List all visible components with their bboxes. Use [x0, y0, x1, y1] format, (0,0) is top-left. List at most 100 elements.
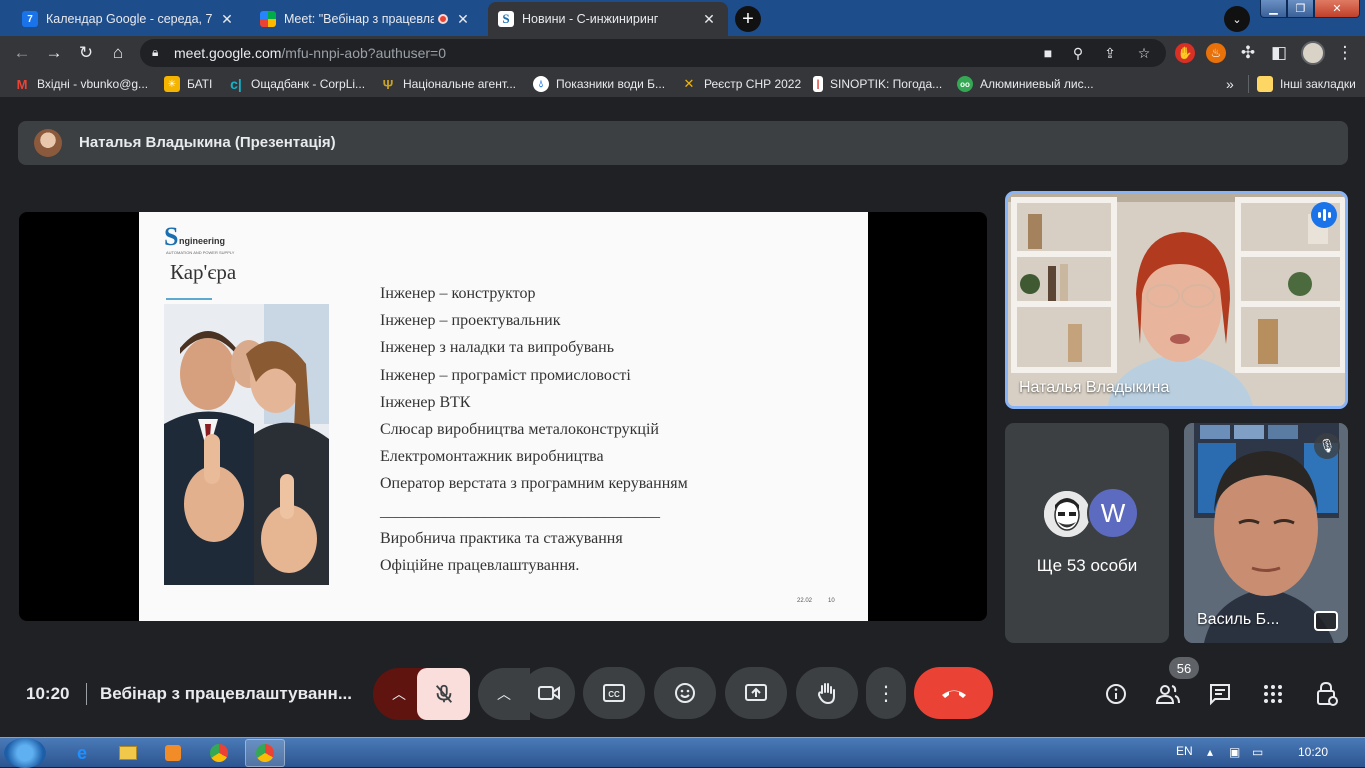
home-icon[interactable]: ⌂	[107, 42, 129, 64]
browser-tab-strip: 7 Календар Google - середа, 7 тра ✕ Meet…	[0, 0, 1365, 36]
presenter-bar: Наталья Владыкина (Презентація)	[18, 121, 1348, 165]
meet-icon	[260, 11, 276, 27]
participant-tile-others[interactable]: W Ще 53 особи	[1005, 423, 1169, 643]
chrome-icon[interactable]	[199, 739, 239, 767]
profile-avatar[interactable]	[1301, 41, 1325, 65]
bookmark-label: Алюминиевый лис...	[980, 77, 1094, 91]
window-minimize-button[interactable]: ▁	[1260, 0, 1287, 18]
reactions-button[interactable]	[654, 667, 716, 719]
recording-icon	[438, 14, 448, 24]
tab-google-calendar[interactable]: 7 Календар Google - середа, 7 тра ✕	[12, 2, 246, 36]
bookmark-label: Вхідні - vbunko@g...	[37, 77, 149, 91]
url-text: meet.google.com/mfu-nnpi-aob?authuser=0	[174, 45, 446, 61]
chat-button[interactable]	[1207, 681, 1233, 707]
tray-expand-icon[interactable]: ▴	[1207, 745, 1213, 759]
slide-page-number: 10	[828, 598, 835, 604]
logo-word: ngineering	[179, 236, 226, 246]
browser-toolbar: ← → ↻ ⌂ 🔒︎ meet.google.com/mfu-nnpi-aob?…	[0, 36, 1365, 70]
bookmark-oschadbank[interactable]: c| Ощадбанк - CorpLi...	[228, 75, 365, 93]
camera-toggle-button[interactable]	[522, 667, 575, 719]
window-restore-button[interactable]: ❐	[1287, 0, 1314, 18]
team-thumbs-up-photo	[164, 304, 329, 585]
raise-hand-button[interactable]	[796, 667, 858, 719]
participant-tile-vasyl[interactable]: 🎙︎ Василь Б...	[1184, 423, 1348, 643]
lock-icon[interactable]: 🔒︎	[152, 45, 164, 59]
chat-icon	[1210, 684, 1230, 706]
zoom-icon[interactable]: ⚲	[1068, 43, 1088, 63]
camera-icon	[537, 686, 560, 700]
presenter-avatar	[34, 129, 62, 157]
presenter-name: Наталья Владыкина (Презентація)	[79, 134, 336, 151]
menu-kebab-icon[interactable]: ⋮	[1334, 42, 1356, 64]
activities-button[interactable]	[1260, 681, 1286, 707]
bookmarks-overflow-button[interactable]: »	[1226, 75, 1234, 93]
bookmarks-separator	[1248, 75, 1249, 93]
bookmark-sinoptik[interactable]: | SINOPTIK: Погода...	[813, 75, 942, 93]
career-item: Виробнича практика та стажування	[380, 529, 623, 547]
share-icon[interactable]: ⇪	[1100, 43, 1120, 63]
hang-up-icon	[941, 690, 966, 698]
back-icon[interactable]: ←	[11, 42, 33, 64]
more-vert-icon: ⋮	[876, 682, 896, 705]
window-close-button[interactable]: ✕	[1314, 0, 1360, 18]
speaking-indicator-icon	[1311, 202, 1337, 228]
picture-in-picture-icon[interactable]	[1314, 611, 1338, 631]
taskbar-clock[interactable]: 10:20	[1298, 745, 1328, 759]
fire-extension-icon[interactable]: ♨	[1206, 43, 1226, 63]
reload-icon[interactable]: ↻	[75, 42, 97, 64]
career-item: Інженер – програміст промисловості	[380, 366, 631, 384]
people-icon	[1155, 685, 1180, 704]
close-tab-icon[interactable]: ✕	[218, 11, 236, 28]
mic-toggle-button[interactable]	[417, 668, 470, 720]
tab-meet[interactable]: Meet: "Вебінар з працевлашт ✕	[250, 2, 482, 36]
extensions-puzzle-icon[interactable]: ✣	[1237, 42, 1259, 64]
close-tab-icon[interactable]: ✕	[454, 11, 472, 28]
bookmark-aluminium[interactable]: oo Алюминиевый лис...	[957, 75, 1094, 93]
bookmark-registry[interactable]: ✕ Реєстр СНР 2022	[681, 75, 802, 93]
career-item: Інженер з наладки та випробувань	[380, 339, 614, 357]
participant-tile-natalya[interactable]: Наталья Владыкина	[1005, 191, 1348, 409]
side-panel-icon[interactable]: ◧	[1268, 42, 1290, 64]
language-indicator[interactable]: EN	[1176, 744, 1193, 758]
bookmark-star-icon[interactable]: ☆	[1134, 43, 1154, 63]
captions-icon: CC	[603, 684, 625, 702]
internet-explorer-icon[interactable]: e	[62, 739, 102, 767]
other-bookmarks-folder[interactable]: Інші закладки	[1257, 75, 1356, 93]
new-tab-button[interactable]: +	[735, 6, 761, 32]
tab-title: Календар Google - середа, 7 тра	[46, 12, 212, 26]
bookmark-water[interactable]: 💧︎ Показники води Б...	[533, 75, 665, 93]
career-item: Інженер – проектувальник	[380, 312, 561, 330]
participant-name: Наталья Владыкина	[1019, 379, 1170, 396]
host-controls-button[interactable]	[1314, 681, 1340, 707]
volume-tray-icon[interactable]: ▭	[1252, 745, 1263, 759]
captions-button[interactable]: CC	[583, 667, 645, 719]
bookmark-national-agency[interactable]: Ψ Національне агент...	[380, 75, 516, 93]
address-bar[interactable]: 🔒︎ meet.google.com/mfu-nnpi-aob?authuser…	[140, 39, 1166, 67]
present-screen-button[interactable]	[725, 667, 787, 719]
camera-icon[interactable]: ■	[1038, 43, 1058, 63]
chrome-active-icon[interactable]	[245, 739, 285, 767]
network-tray-icon[interactable]: ▣	[1229, 745, 1240, 759]
participant-avatar	[1042, 489, 1092, 539]
presentation-stage[interactable]: S ngineering AUTOMATION AND POWER SUPPLY…	[19, 212, 987, 621]
leave-call-button[interactable]	[914, 667, 993, 719]
start-button[interactable]	[4, 738, 46, 768]
career-item: Слюсар виробництва металоконструкцій	[380, 420, 659, 438]
aluminium-icon: oo	[957, 76, 973, 92]
meeting-details-button[interactable]	[1103, 681, 1129, 707]
bookmark-bati[interactable]: ✳ БАТІ	[164, 75, 212, 93]
participants-button[interactable]	[1155, 681, 1181, 707]
slide-footer-date: 22.02	[797, 598, 813, 604]
bookmark-gmail[interactable]: M Вхідні - vbunko@g...	[14, 75, 148, 93]
media-player-icon[interactable]	[153, 739, 193, 767]
adblock-extension-icon[interactable]: ✋	[1175, 43, 1195, 63]
close-tab-icon[interactable]: ✕	[700, 11, 718, 28]
forward-icon[interactable]: →	[43, 42, 65, 64]
title-underline	[166, 298, 212, 300]
more-options-button[interactable]: ⋮	[866, 667, 906, 719]
tab-s-engineering-news[interactable]: S Новини - С-инжиниринг ✕	[488, 2, 728, 36]
tab-search-button[interactable]: ⌄	[1224, 6, 1250, 32]
bookmark-label: Реєстр СНР 2022	[704, 77, 802, 91]
registry-icon: ✕	[683, 76, 695, 91]
file-explorer-icon[interactable]	[108, 739, 148, 767]
